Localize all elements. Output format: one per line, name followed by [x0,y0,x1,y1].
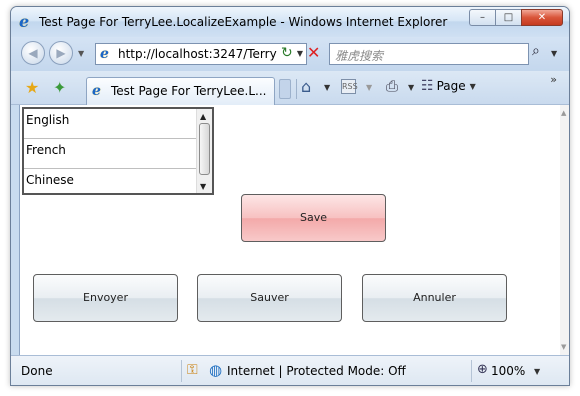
tab-active[interactable]: e Test Page For TerryLee.L... [86,77,275,105]
scroll-up-arrow-icon[interactable]: ▲ [200,112,206,121]
stop-icon[interactable]: ✕ [307,43,320,62]
command-bar: ★ ✦ e Test Page For TerryLee.L... ⌂ ▼ RS… [11,71,569,105]
save-button[interactable]: Save [241,194,386,242]
print-icon[interactable]: ⎙ [386,77,398,95]
page-menu-icon: ☷ [421,78,434,94]
search-options-dropdown-icon[interactable]: ▼ [551,49,557,58]
address-dropdown-icon[interactable]: ▼ [297,49,303,58]
ie-logo-icon: e [19,12,30,31]
globe-icon: ◍ [209,361,223,379]
maximize-button[interactable]: □ [495,9,521,26]
home-dropdown-icon[interactable]: ▼ [324,83,330,92]
back-button[interactable]: ◀ [21,41,45,65]
listbox-scrollbar[interactable]: ▲ ▼ [196,109,212,193]
status-bar: Done ⚿ ◍ Internet | Protected Mode: Off … [11,355,569,385]
language-option-chinese[interactable]: Chinese [24,169,196,199]
feeds-icon[interactable]: RSS [341,79,358,94]
toolbar-overflow-chevron-icon[interactable]: » [550,73,557,86]
minimize-button[interactable]: – [469,9,495,26]
search-icon[interactable]: ⌕ [532,43,540,59]
add-favorites-icon[interactable]: ✦ [53,78,66,97]
address-bar[interactable]: e http://localhost:3247/Terry ▼ [95,43,307,65]
tab-favicon-icon: e [92,83,101,99]
forward-button[interactable]: ▶ [49,41,73,65]
scroll-down-arrow-icon[interactable]: ▼ [200,182,206,191]
sauver-button[interactable]: Sauver [197,274,342,322]
home-icon[interactable]: ⌂ [301,77,311,96]
new-tab-button[interactable] [279,79,291,99]
page-vertical-scrollbar[interactable]: ▲ ▼ [560,105,569,355]
annuler-button[interactable]: Annuler [362,274,507,322]
security-zone-text[interactable]: Internet | Protected Mode: Off [227,364,406,378]
feeds-dropdown-icon[interactable]: ▼ [366,83,372,92]
favorites-star-icon[interactable]: ★ [25,78,39,97]
recent-pages-dropdown-icon[interactable]: ▼ [78,49,84,58]
language-option-french[interactable]: French [24,139,196,169]
status-separator [181,360,182,382]
page-content: English French Chinese ▲ ▼ Save Envoyer … [19,105,560,355]
page-menu-dropdown-icon: ▼ [469,81,476,91]
caption-buttons: – □ ✕ [469,9,563,26]
browser-window: e Test Page For TerryLee.LocalizeExample… [10,6,570,386]
print-dropdown-icon[interactable]: ▼ [408,83,414,92]
zoom-dropdown-icon[interactable]: ▼ [534,367,540,376]
zoom-icon[interactable]: ⊕ [477,362,488,377]
scroll-thumb[interactable] [199,123,210,175]
page-menu-label: Page [436,79,466,93]
address-input[interactable]: http://localhost:3247/Terry [118,47,277,61]
status-separator [471,360,472,382]
page-favicon-icon: e [100,46,109,62]
title-bar: e Test Page For TerryLee.LocalizeExample… [11,7,569,37]
envoyer-button[interactable]: Envoyer [33,274,178,322]
status-text: Done [21,364,53,378]
language-option-english[interactable]: English [24,109,196,139]
search-input[interactable]: 雅虎搜索 [335,47,383,64]
window-title: Test Page For TerryLee.LocalizeExample -… [39,15,448,29]
page-scroll-up-icon[interactable]: ▲ [561,109,566,117]
lock-icon: ⚿ [187,362,198,378]
tab-label: Test Page For TerryLee.L... [111,84,267,98]
page-menu-button[interactable]: ☷ Page ▼ [421,78,476,94]
zoom-level[interactable]: 100% [491,364,525,378]
navigation-bar: ◀ ▶ ▼ e http://localhost:3247/Terry ▼ ↻ … [11,37,569,71]
search-box[interactable]: 雅虎搜索 [329,43,529,65]
toolbar-separator [296,79,297,99]
page-scroll-down-icon[interactable]: ▼ [561,343,566,351]
refresh-icon[interactable]: ↻ [281,45,293,61]
language-listbox[interactable]: English French Chinese ▲ ▼ [22,107,214,195]
close-button[interactable]: ✕ [521,9,563,26]
